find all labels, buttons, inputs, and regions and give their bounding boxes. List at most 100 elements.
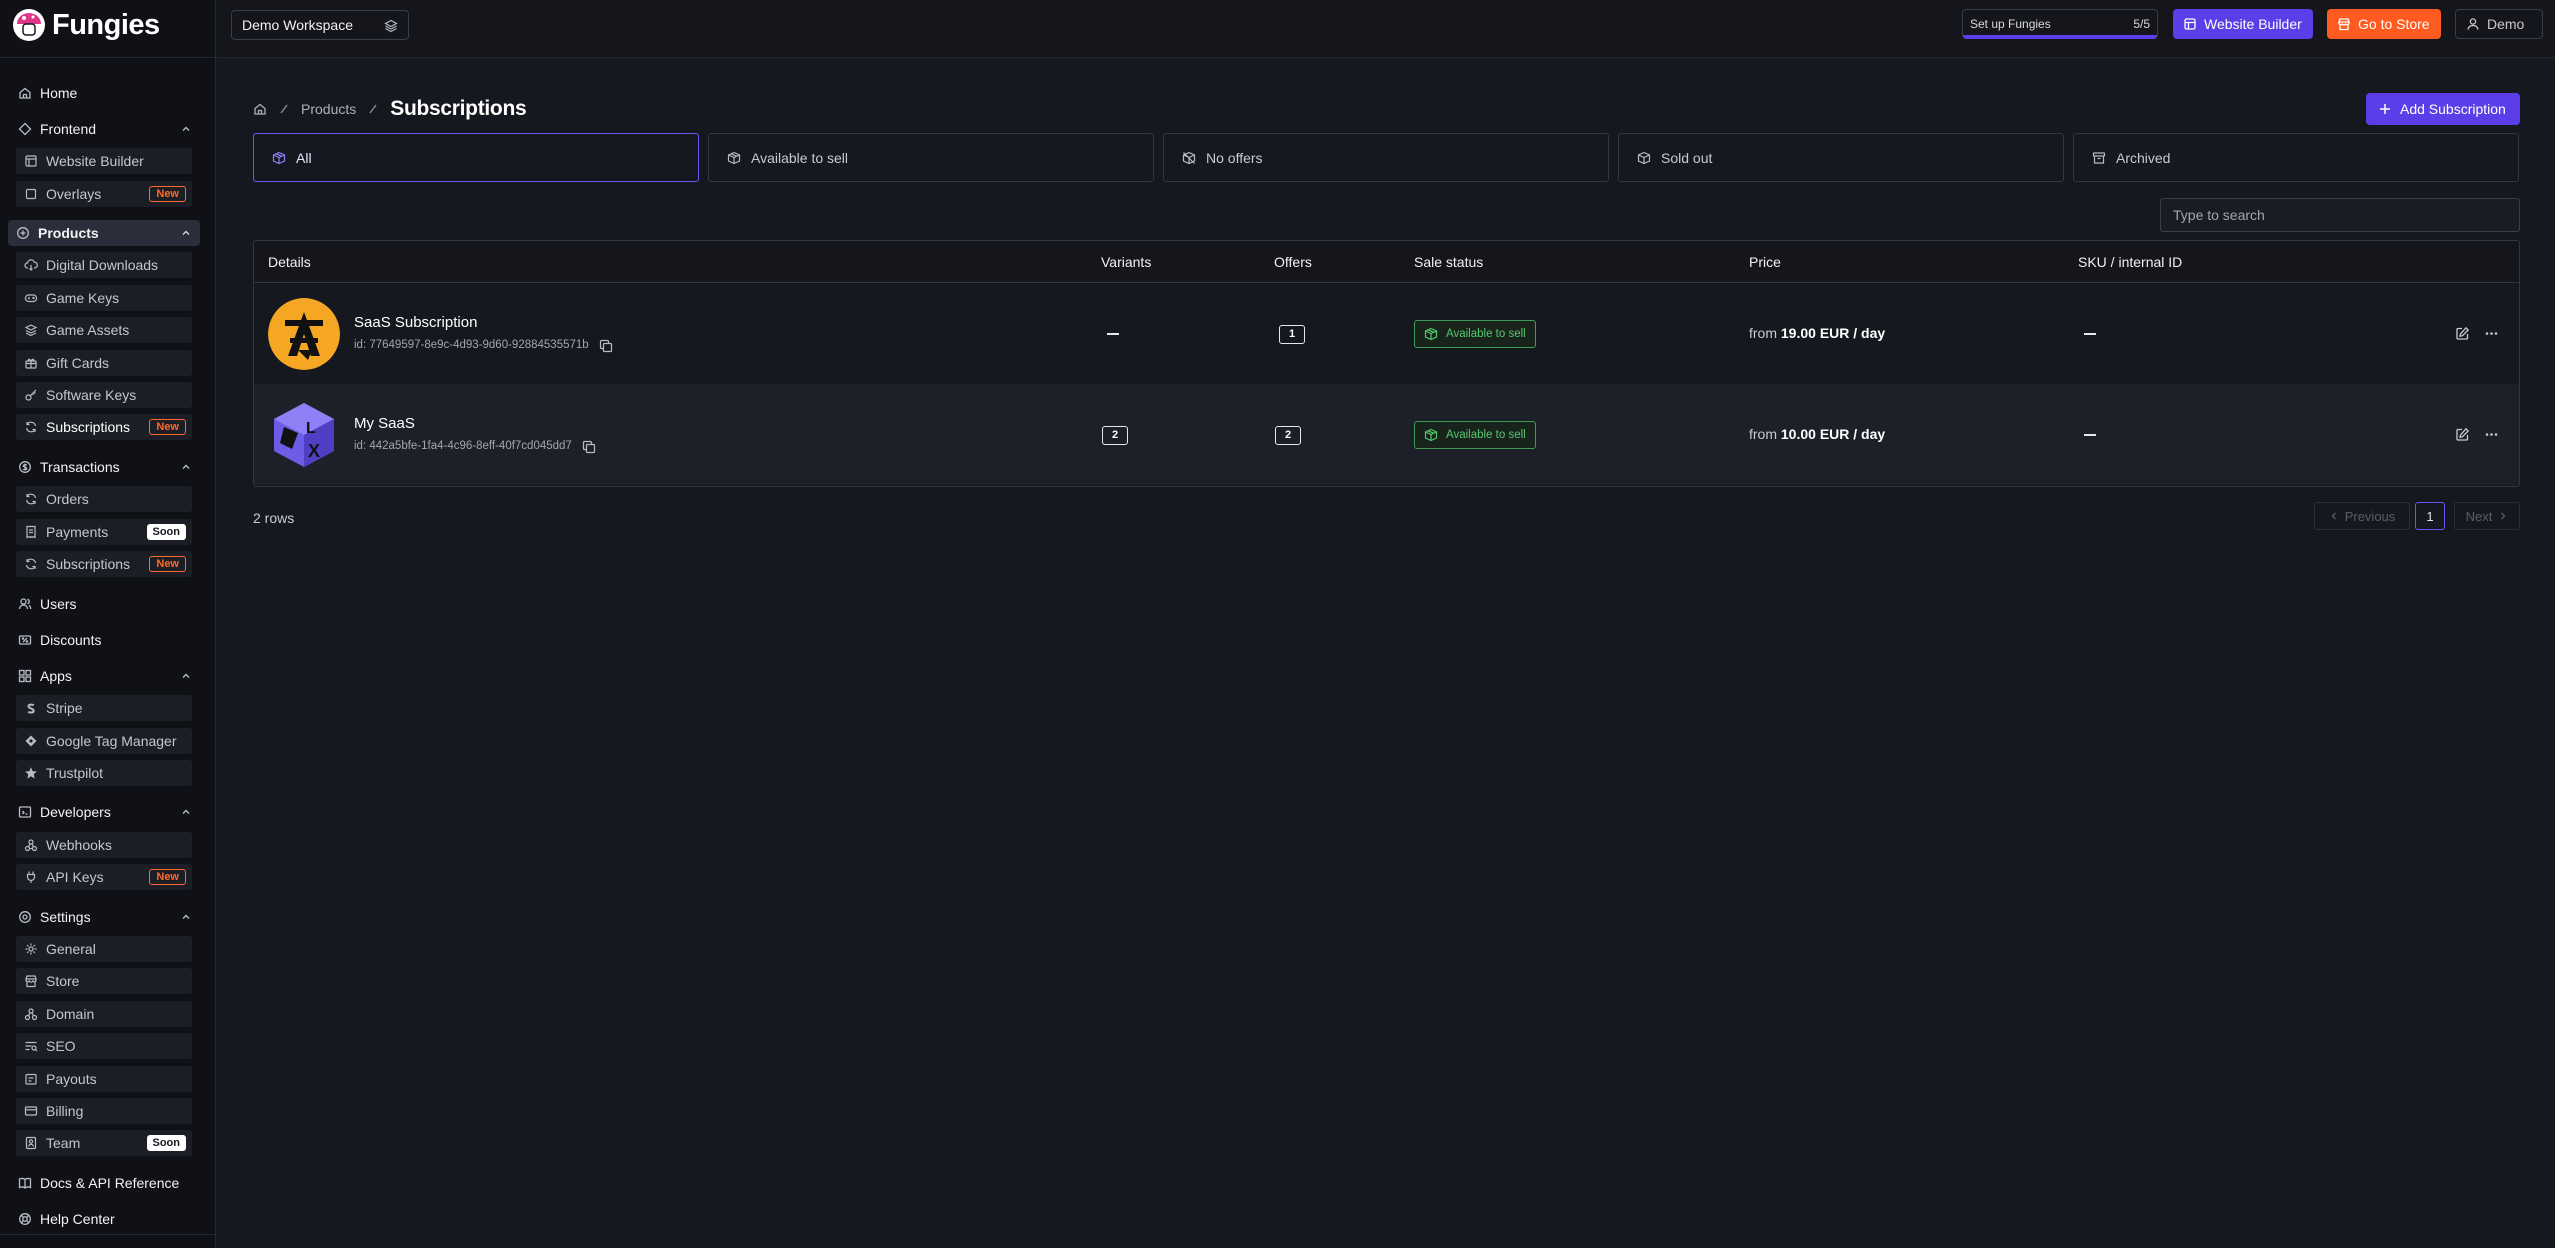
- sidebar-item-game-keys[interactable]: Game Keys: [16, 285, 192, 311]
- column-header-details: Details: [268, 254, 311, 270]
- box-off-icon: [1182, 151, 1196, 165]
- table-row[interactable]: L X My SaaS id: 442a5bfe-1fa4-4c96-8eff-…: [254, 384, 2519, 485]
- seo-icon: [24, 1039, 38, 1053]
- refresh-icon: [24, 420, 38, 434]
- add-subscription-button[interactable]: Add Subscription: [2366, 93, 2520, 125]
- sidebar-section-label: Settings: [40, 909, 91, 925]
- sidebar-section-transactions[interactable]: Transactions: [10, 454, 200, 480]
- sidebar-item-label: SEO: [46, 1038, 76, 1054]
- add-subscription-label: Add Subscription: [2400, 101, 2506, 117]
- sidebar-item-help-center[interactable]: Help Center: [10, 1206, 200, 1232]
- chevron-up-icon: [182, 464, 190, 469]
- sidebar-item-label: Digital Downloads: [46, 257, 159, 273]
- sidebar-item-users[interactable]: Users: [10, 591, 200, 617]
- svg-text:L: L: [306, 420, 316, 437]
- sidebar-item-discounts[interactable]: Discounts: [10, 627, 200, 653]
- sidebar-item-label: Google Tag Manager: [46, 733, 177, 749]
- home-icon: [18, 86, 32, 100]
- copy-icon[interactable]: [582, 440, 595, 454]
- sidebar-section-label: Developers: [40, 804, 111, 820]
- sidebar: Fungies Home Frontend Website Builder Ov…: [0, 0, 216, 1248]
- new-badge: New: [149, 186, 186, 202]
- copy-icon[interactable]: [599, 339, 612, 353]
- sidebar-item-transaction-subscriptions[interactable]: Subscriptions New: [16, 551, 192, 577]
- breadcrumb-separator-icon: [280, 104, 288, 114]
- sidebar-item-payments[interactable]: Payments Soon: [16, 519, 192, 545]
- svg-text:X: X: [308, 441, 320, 461]
- sidebar-item-home[interactable]: Home: [10, 80, 200, 106]
- breadcrumb-products[interactable]: Products: [301, 101, 356, 117]
- sidebar-item-overlays[interactable]: Overlays New: [16, 181, 192, 207]
- team-icon: [24, 1136, 38, 1150]
- sidebar-item-label: Help Center: [40, 1211, 115, 1227]
- sidebar-item-orders[interactable]: Orders: [16, 486, 192, 512]
- previous-label: Previous: [2344, 508, 2396, 524]
- home-icon[interactable]: [253, 102, 267, 116]
- chevron-up-icon: [182, 230, 190, 235]
- page-button-1[interactable]: 1: [2415, 502, 2445, 530]
- more-icon[interactable]: [2484, 326, 2499, 341]
- sidebar-item-trustpilot[interactable]: Trustpilot: [16, 760, 192, 786]
- edit-icon[interactable]: [2455, 326, 2470, 341]
- sidebar-item-digital-downloads[interactable]: Digital Downloads: [16, 252, 192, 278]
- frontend-icon: [18, 122, 32, 136]
- settings-icon: [18, 910, 32, 924]
- tab-label: Available to sell: [751, 149, 849, 166]
- sidebar-item-label: Payments: [46, 524, 109, 540]
- tab-label: Archived: [2116, 149, 2171, 166]
- edit-icon[interactable]: [2455, 427, 2470, 442]
- product-name[interactable]: My SaaS: [354, 415, 415, 432]
- previous-page-button[interactable]: Previous: [2314, 502, 2410, 530]
- tab-archived[interactable]: Archived: [2073, 133, 2519, 182]
- table-row[interactable]: SaaS Subscription id: 77649597-8e9c-4d93…: [254, 283, 2519, 384]
- sidebar-item-google-tag-manager[interactable]: Google Tag Manager: [16, 728, 192, 754]
- sidebar-item-docs[interactable]: Docs & API Reference: [10, 1170, 200, 1196]
- sidebar-item-seo[interactable]: SEO: [16, 1033, 192, 1059]
- app-logo[interactable]: Fungies: [12, 8, 160, 42]
- user-menu-button[interactable]: Demo: [2455, 9, 2543, 39]
- website-builder-button[interactable]: Website Builder: [2173, 9, 2313, 39]
- sidebar-section-settings[interactable]: Settings: [10, 904, 200, 930]
- sidebar-item-store[interactable]: Store: [16, 968, 192, 994]
- go-to-store-button[interactable]: Go to Store: [2327, 9, 2441, 39]
- sidebar-item-website-builder[interactable]: Website Builder: [16, 148, 192, 174]
- sidebar-section-apps[interactable]: Apps: [10, 663, 200, 689]
- setup-count: 5/5: [2133, 17, 2150, 31]
- product-name[interactable]: SaaS Subscription: [354, 314, 477, 331]
- sidebar-item-stripe[interactable]: Stripe: [16, 695, 192, 721]
- sidebar-item-product-subscriptions[interactable]: Subscriptions New: [16, 414, 192, 440]
- sidebar-section-products[interactable]: Products: [8, 220, 200, 246]
- chevron-up-icon: [182, 673, 190, 678]
- setup-progress[interactable]: Set up Fungies 5/5: [1962, 9, 2158, 39]
- more-icon[interactable]: [2484, 427, 2499, 442]
- offers-count: 1: [1279, 325, 1305, 344]
- tab-no-offers[interactable]: No offers: [1163, 133, 1609, 182]
- sidebar-item-game-assets[interactable]: Game Assets: [16, 317, 192, 343]
- sidebar-item-software-keys[interactable]: Software Keys: [16, 382, 192, 408]
- tag-manager-icon: [24, 734, 38, 748]
- soon-badge: Soon: [146, 524, 186, 540]
- chevron-left-icon: [2331, 512, 2336, 520]
- sidebar-item-label: Subscriptions: [46, 419, 131, 435]
- sidebar-item-domain[interactable]: Domain: [16, 1001, 192, 1027]
- sidebar-item-webhooks[interactable]: Webhooks: [16, 832, 192, 858]
- sidebar-item-gift-cards[interactable]: Gift Cards: [16, 350, 192, 376]
- sidebar-item-billing[interactable]: Billing: [16, 1098, 192, 1124]
- sidebar-item-payouts[interactable]: Payouts: [16, 1066, 192, 1092]
- sidebar-item-general[interactable]: General: [16, 936, 192, 962]
- sidebar-item-team[interactable]: Team Soon: [16, 1130, 192, 1156]
- next-page-button[interactable]: Next: [2454, 502, 2520, 530]
- cloud-download-icon: [24, 258, 38, 272]
- search-input[interactable]: [2160, 198, 2520, 232]
- plus-icon: [2378, 102, 2392, 116]
- sidebar-item-label: General: [46, 941, 96, 957]
- sidebar-section-label: Frontend: [40, 121, 97, 137]
- tab-available-to-sell[interactable]: Available to sell: [708, 133, 1154, 182]
- workspace-switcher[interactable]: Demo Workspace: [231, 10, 409, 40]
- tab-all[interactable]: All: [253, 133, 699, 182]
- gear-icon: [24, 942, 38, 956]
- sidebar-section-frontend[interactable]: Frontend: [10, 116, 200, 142]
- sidebar-section-developers[interactable]: Developers: [10, 799, 200, 825]
- tab-sold-out[interactable]: Sold out: [1618, 133, 2064, 182]
- sidebar-item-api-keys[interactable]: API Keys New: [16, 864, 192, 890]
